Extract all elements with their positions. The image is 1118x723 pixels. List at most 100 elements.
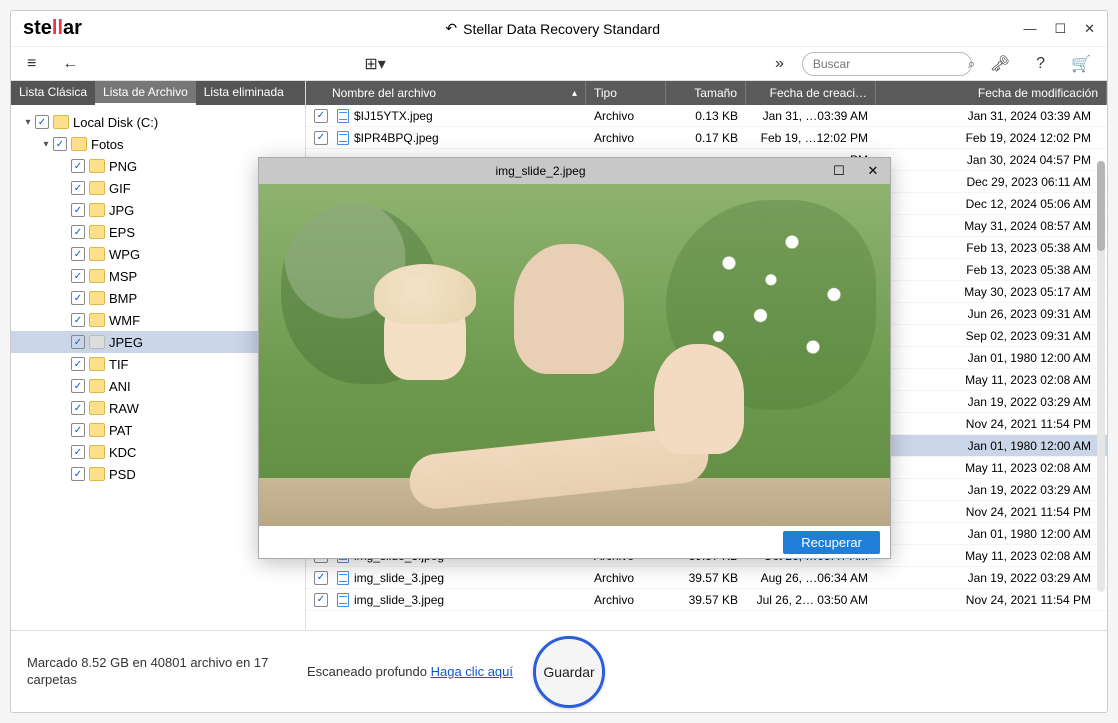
cell-size: 0.17 KB [666, 131, 746, 145]
help-button[interactable]: ? [1028, 49, 1053, 79]
tree-checkbox[interactable]: ✓ [71, 313, 85, 327]
file-name: $IPR4BPQ.jpeg [354, 131, 439, 145]
row-checkbox[interactable]: ✓ [314, 131, 328, 145]
sidebar-tabs: Lista Clásica Lista de Archivo Lista eli… [11, 81, 305, 105]
tree-label: WPG [109, 247, 140, 262]
folder-icon [89, 357, 105, 371]
tree-root[interactable]: ▾✓Local Disk (C:) [11, 111, 305, 133]
tree-label: TIF [109, 357, 129, 372]
folder-icon [89, 335, 105, 349]
search-box[interactable]: ⌕ [802, 52, 972, 76]
tree-checkbox[interactable]: ✓ [71, 291, 85, 305]
preview-close-button[interactable]: ✕ [856, 163, 890, 179]
preview-maximize-button[interactable]: ☐ [822, 163, 856, 179]
window-controls: — ☐ ✕ [1023, 21, 1095, 37]
cell-modified: Jan 19, 2022 03:29 AM [876, 571, 1107, 585]
license-key-button[interactable]: 🗝 [982, 48, 1018, 80]
cell-modified: Jan 30, 2024 04:57 PM [876, 153, 1107, 167]
overflow-button[interactable]: » [767, 49, 792, 79]
cell-modified: May 11, 2023 02:08 AM [876, 549, 1107, 563]
tree-checkbox[interactable]: ✓ [71, 335, 85, 349]
tree-chevron-icon: ▾ [39, 139, 53, 150]
search-icon[interactable]: ⌕ [968, 56, 975, 72]
table-row[interactable]: ✓img_slide_3.jpegArchivo39.57 KBJul 26, … [306, 589, 1107, 611]
preview-titlebar[interactable]: img_slide_2.jpeg ☐ ✕ [259, 158, 890, 184]
preview-title: img_slide_2.jpeg [259, 164, 822, 178]
sort-indicator-icon: ▴ [572, 88, 577, 99]
tree-checkbox[interactable]: ✓ [71, 357, 85, 371]
tree-fotos[interactable]: ▾✓Fotos [11, 133, 305, 155]
cell-modified: Jan 31, 2024 03:39 AM [876, 109, 1107, 123]
row-checkbox[interactable]: ✓ [314, 571, 328, 585]
cell-modified: Jan 01, 1980 12:00 AM [876, 439, 1107, 453]
tree-checkbox[interactable]: ✓ [53, 137, 67, 151]
preview-footer: Recuperar [259, 526, 890, 558]
folder-icon [89, 423, 105, 437]
tab-classic-list[interactable]: Lista Clásica [11, 81, 95, 105]
folder-icon [89, 203, 105, 217]
close-button[interactable]: ✕ [1084, 21, 1095, 37]
tab-deleted-list[interactable]: Lista eliminada [196, 81, 292, 105]
tree-checkbox[interactable]: ✓ [71, 423, 85, 437]
cell-modified: Nov 24, 2021 11:54 PM [876, 417, 1107, 431]
tree-checkbox[interactable]: ✓ [71, 401, 85, 415]
tree-checkbox[interactable]: ✓ [71, 247, 85, 261]
tree-checkbox[interactable]: ✓ [71, 159, 85, 173]
cell-modified: Jan 19, 2022 03:29 AM [876, 395, 1107, 409]
col-size[interactable]: Tamaño [666, 81, 746, 105]
image-preview-panel: img_slide_2.jpeg ☐ ✕ Recuperar [258, 157, 891, 559]
cell-size: 39.57 KB [666, 571, 746, 585]
tree-checkbox[interactable]: ✓ [71, 203, 85, 217]
menu-button[interactable]: ≡ [19, 49, 44, 79]
col-created[interactable]: Fecha de creaci… [746, 81, 876, 105]
tree-label: PNG [109, 159, 137, 174]
cell-name: ✓img_slide_3.jpeg [306, 571, 586, 585]
maximize-button[interactable]: ☐ [1054, 21, 1066, 37]
file-icon [337, 131, 349, 145]
cell-created: Aug 26, …06:34 AM [746, 571, 876, 585]
back-button[interactable]: ← [54, 49, 86, 79]
minimize-button[interactable]: — [1023, 21, 1036, 37]
recover-button[interactable]: Recuperar [783, 531, 880, 554]
tree-label: EPS [109, 225, 135, 240]
cell-name: ✓ $IPR4BPQ.jpeg [306, 131, 586, 145]
table-row[interactable]: ✓$IPR4BPQ.jpegArchivo0.17 KBFeb 19, …12:… [306, 127, 1107, 149]
table-row[interactable]: ✓$IJ15YTX.jpegArchivo0.13 KBJan 31, …03:… [306, 105, 1107, 127]
folder-icon [71, 137, 87, 151]
tree-checkbox[interactable]: ✓ [71, 445, 85, 459]
table-row[interactable]: ✓img_slide_3.jpegArchivo39.57 KBAug 26, … [306, 567, 1107, 589]
cell-modified: Jan 01, 1980 12:00 AM [876, 527, 1107, 541]
tab-archive-list[interactable]: Lista de Archivo [95, 81, 196, 105]
app-window: stellar ↶ Stellar Data Recovery Standard… [10, 10, 1108, 713]
undo-icon: ↶ [445, 20, 457, 37]
tree-checkbox[interactable]: ✓ [71, 379, 85, 393]
tree-checkbox[interactable]: ✓ [71, 181, 85, 195]
deep-scan-link[interactable]: Haga clic aquí [431, 664, 513, 679]
folder-icon [89, 313, 105, 327]
cell-modified: Jan 01, 1980 12:00 AM [876, 351, 1107, 365]
cell-modified: Jan 19, 2022 03:29 AM [876, 483, 1107, 497]
col-modified[interactable]: Fecha de modificación [876, 81, 1107, 105]
row-checkbox[interactable]: ✓ [314, 593, 328, 607]
col-name-label: Nombre del archivo [332, 86, 436, 100]
col-type[interactable]: Tipo [586, 81, 666, 105]
search-input[interactable] [813, 57, 968, 71]
cell-modified: Sep 02, 2023 09:31 AM [876, 329, 1107, 343]
cell-name: ✓img_slide_3.jpeg [306, 593, 586, 607]
tree-checkbox[interactable]: ✓ [35, 115, 49, 129]
row-checkbox[interactable]: ✓ [314, 109, 328, 123]
folder-icon [89, 247, 105, 261]
view-grid-button[interactable]: ⊞▾ [356, 48, 393, 80]
cell-modified: Feb 13, 2023 05:38 AM [876, 241, 1107, 255]
save-button[interactable]: Guardar [533, 636, 605, 708]
folder-icon [89, 401, 105, 415]
tree-checkbox[interactable]: ✓ [71, 225, 85, 239]
deep-scan-label: Escaneado profundo [307, 664, 431, 679]
col-name[interactable]: Nombre del archivo ▴ [306, 81, 586, 105]
tree-label: Local Disk (C:) [73, 115, 158, 130]
tree-checkbox[interactable]: ✓ [71, 269, 85, 283]
titlebar: stellar ↶ Stellar Data Recovery Standard… [11, 11, 1107, 47]
cart-button[interactable]: 🛒 [1063, 48, 1099, 80]
grid-scrollbar[interactable] [1097, 161, 1105, 592]
tree-checkbox[interactable]: ✓ [71, 467, 85, 481]
